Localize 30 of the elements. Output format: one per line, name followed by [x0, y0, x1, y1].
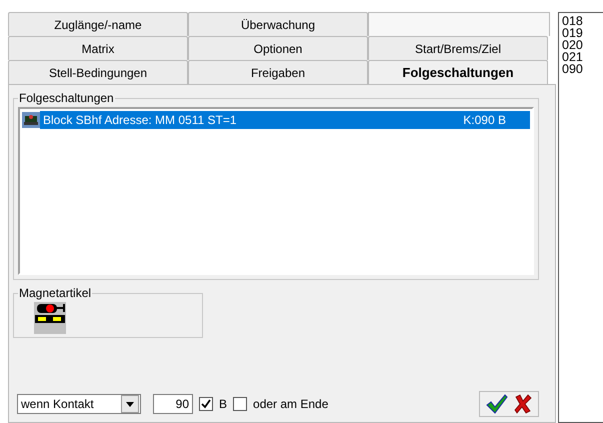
tab[interactable]: Folgeschaltungen	[368, 60, 548, 84]
list-item[interactable]: 021	[562, 51, 600, 63]
dropdown-arrow-icon	[126, 402, 134, 406]
item-text: Block SBhf Adresse: MM 0511 ST=1	[43, 113, 237, 127]
list-box[interactable]: Block SBhf Adresse: MM 0511 ST=1 K:090 B	[18, 107, 534, 275]
list-item[interactable]: 020	[562, 39, 600, 51]
tab[interactable]: Matrix	[8, 36, 188, 60]
checkbox-label: oder am Ende	[253, 397, 328, 411]
contact-text: K:090 B	[463, 113, 506, 127]
tab[interactable]: Start/Brems/Ziel	[368, 36, 548, 60]
list-item[interactable]: 018	[562, 15, 600, 27]
signal-icon[interactable]	[34, 302, 66, 334]
close-icon[interactable]	[514, 394, 532, 414]
list-item[interactable]: 019	[562, 27, 600, 39]
tab[interactable]: Optionen	[188, 36, 368, 60]
list-item[interactable]: Block SBhf Adresse: MM 0511 ST=1 K:090 B	[40, 111, 530, 129]
tab[interactable]: Freigaben	[188, 60, 368, 84]
checkbox[interactable]	[233, 397, 248, 411]
checkbox[interactable]	[199, 397, 213, 411]
value-field[interactable]: 90	[153, 394, 193, 414]
tab[interactable]: Zuglänge/-name	[8, 12, 188, 36]
condition-dropdown[interactable]: wenn Kontakt	[17, 394, 141, 414]
tab[interactable]: Stell-Bedingungen	[8, 60, 188, 84]
number-list[interactable]: 018 019 020 021 090	[558, 12, 603, 423]
list-item[interactable]: 090	[562, 63, 600, 75]
check-icon[interactable]	[486, 394, 508, 414]
tab[interactable]: Überwachung	[188, 12, 368, 36]
group-title: Folgeschaltungen	[18, 91, 115, 105]
group-title: Magnetartikel	[18, 286, 92, 300]
checkbox-label: B	[219, 397, 228, 411]
